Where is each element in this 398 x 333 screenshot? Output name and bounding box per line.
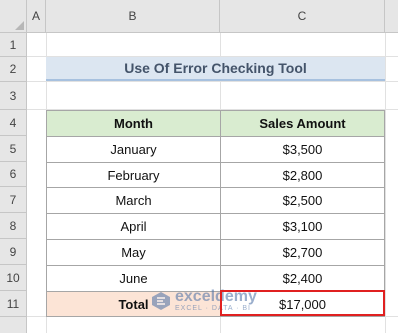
column-header-next[interactable]	[385, 0, 398, 33]
spreadsheet: A B C 1 2 3 4 5 6 7 8 9 10 11 Use Of Err…	[0, 0, 398, 333]
cell-amount[interactable]: $2,700	[220, 239, 385, 266]
sheet-title[interactable]: Use Of Error Checking Tool	[46, 57, 385, 81]
header-sales-amount[interactable]: Sales Amount	[220, 110, 385, 137]
row-header-next[interactable]	[0, 317, 27, 333]
cell-month[interactable]: February	[46, 162, 221, 188]
row-header-9[interactable]: 9	[0, 239, 27, 265]
row-header-3[interactable]: 3	[0, 82, 27, 110]
cell-month[interactable]: June	[46, 265, 221, 292]
gridline	[385, 33, 386, 333]
header-month[interactable]: Month	[46, 110, 221, 137]
cell-month[interactable]: May	[46, 239, 221, 266]
row-header-10[interactable]: 10	[0, 265, 27, 291]
cell-month[interactable]: March	[46, 187, 221, 214]
row-header-7[interactable]: 7	[0, 187, 27, 213]
select-all-triangle-icon	[15, 21, 24, 30]
cell-amount[interactable]: $3,100	[220, 213, 385, 240]
row-header-5[interactable]: 5	[0, 136, 27, 162]
cell-amount[interactable]: $2,400	[220, 265, 385, 292]
row-header-1[interactable]: 1	[0, 33, 27, 57]
row-header-11[interactable]: 11	[0, 291, 27, 317]
column-header-a[interactable]: A	[27, 0, 46, 33]
column-header-c[interactable]: C	[220, 0, 385, 33]
cell-amount[interactable]: $3,500	[220, 136, 385, 163]
cell-month[interactable]: April	[46, 213, 221, 240]
gridline	[27, 81, 398, 82]
total-label-cell[interactable]: Total	[46, 291, 221, 317]
total-highlight-box	[220, 290, 385, 316]
row-header-6[interactable]: 6	[0, 162, 27, 187]
row-header-8[interactable]: 8	[0, 213, 27, 239]
cell-amount[interactable]: $2,800	[220, 162, 385, 188]
cell-month[interactable]: January	[46, 136, 221, 163]
row-header-4[interactable]: 4	[0, 110, 27, 136]
cell-amount[interactable]: $2,500	[220, 187, 385, 214]
column-header-b[interactable]: B	[46, 0, 220, 33]
row-header-2[interactable]: 2	[0, 57, 27, 82]
select-all-corner[interactable]	[0, 0, 27, 33]
